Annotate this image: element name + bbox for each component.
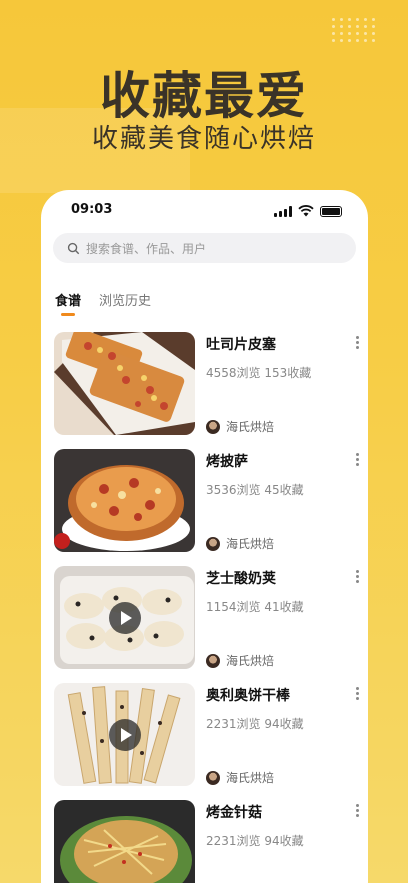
- recipe-stats: 3536浏览 45收藏: [206, 483, 304, 497]
- battery-icon: [320, 205, 342, 217]
- recipe-author[interactable]: 海氏烘焙: [206, 769, 274, 786]
- recipe-author[interactable]: 海氏烘焙: [206, 652, 274, 669]
- more-options-icon[interactable]: [356, 804, 360, 817]
- recipe-author[interactable]: 海氏烘焙: [206, 418, 274, 435]
- status-icons: [274, 205, 342, 217]
- play-icon[interactable]: [108, 601, 141, 634]
- search-placeholder: 搜索食谱、作品、用户: [86, 241, 207, 256]
- list-item[interactable]: 烤金针菇 2231浏览 94收藏: [54, 800, 368, 883]
- phone-screen: 09:03 搜索食谱、作品、用户 食谱 浏览历史 吐司片皮塞 4558浏览 15…: [41, 190, 368, 883]
- recipe-info: 奥利奥饼干棒 2231浏览 94收藏 海氏烘焙: [206, 685, 354, 786]
- recipe-list: 吐司片皮塞 4558浏览 153收藏 海氏烘焙 烤披萨 3536浏览 45收藏 …: [54, 332, 368, 883]
- decorative-dots: [332, 18, 376, 42]
- grilled-enoki-image: [54, 800, 195, 883]
- avatar: [206, 419, 220, 434]
- recipe-author[interactable]: 海氏烘焙: [206, 535, 274, 552]
- tab-recipes[interactable]: 食谱: [55, 290, 81, 309]
- hero-subtitle: 收藏美食随心烘焙: [91, 124, 316, 154]
- wifi-icon: [298, 205, 314, 217]
- recipe-stats: 1154浏览 41收藏: [206, 600, 304, 614]
- avatar: [206, 770, 220, 785]
- recipe-name: 奥利奥饼干棒: [206, 688, 290, 704]
- more-options-icon[interactable]: [356, 687, 360, 700]
- list-item[interactable]: 吐司片皮塞 4558浏览 153收藏 海氏烘焙: [54, 332, 368, 449]
- recipe-info: 芝士酸奶荚 1154浏览 41收藏 海氏烘焙: [206, 568, 354, 669]
- more-options-icon[interactable]: [356, 570, 360, 583]
- recipe-info: 吐司片皮塞 4558浏览 153收藏 海氏烘焙: [206, 334, 354, 435]
- list-item[interactable]: 奥利奥饼干棒 2231浏览 94收藏 海氏烘焙: [54, 683, 368, 800]
- oreo-biscuit-stick-image: [54, 683, 195, 786]
- status-bar: 09:03: [41, 202, 368, 222]
- recipe-info: 烤金针菇 2231浏览 94收藏: [206, 802, 354, 883]
- recipe-name: 芝士酸奶荚: [206, 571, 276, 587]
- avatar: [206, 653, 220, 668]
- pizza-image: [54, 449, 195, 552]
- recipe-name: 烤披萨: [206, 454, 248, 470]
- author-name: 海氏烘焙: [226, 771, 275, 785]
- list-item[interactable]: 烤披萨 3536浏览 45收藏 海氏烘焙: [54, 449, 368, 566]
- recipe-stats: 2231浏览 94收藏: [206, 717, 304, 731]
- toast-pizza-image: [54, 332, 195, 435]
- recipe-stats: 2231浏览 94收藏: [206, 834, 304, 848]
- author-name: 海氏烘焙: [226, 420, 275, 434]
- tab-bar: 食谱 浏览历史: [55, 290, 151, 309]
- recipe-stats: 4558浏览 153收藏: [206, 366, 312, 380]
- search-bar[interactable]: 搜索食谱、作品、用户: [53, 233, 356, 263]
- cheese-yogurt-pastry-image: [54, 566, 195, 669]
- author-name: 海氏烘焙: [226, 537, 275, 551]
- status-time: 09:03: [71, 202, 113, 217]
- recipe-name: 烤金针菇: [206, 805, 262, 821]
- play-icon[interactable]: [108, 718, 141, 751]
- author-name: 海氏烘焙: [226, 654, 275, 668]
- recipe-name: 吐司片皮塞: [206, 337, 276, 353]
- signal-icon: [274, 205, 292, 217]
- search-icon: [67, 242, 80, 254]
- recipe-info: 烤披萨 3536浏览 45收藏 海氏烘焙: [206, 451, 354, 552]
- more-options-icon[interactable]: [356, 336, 360, 349]
- tab-history[interactable]: 浏览历史: [99, 290, 151, 309]
- avatar: [206, 536, 220, 551]
- list-item[interactable]: 芝士酸奶荚 1154浏览 41收藏 海氏烘焙: [54, 566, 368, 683]
- more-options-icon[interactable]: [356, 453, 360, 466]
